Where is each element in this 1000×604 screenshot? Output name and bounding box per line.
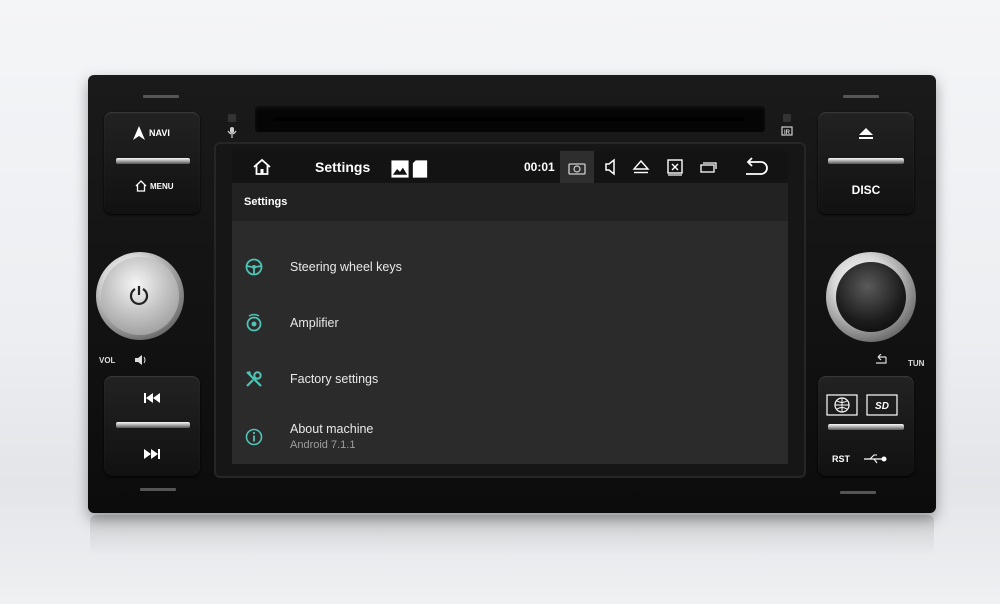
menu-label: MENU [150,182,174,191]
sd-card-icon [412,160,428,178]
home-icon[interactable] [252,157,272,177]
info-icon [245,428,263,446]
navi-label: NAVI [149,128,170,138]
svg-text:SD: SD [875,401,889,412]
settings-item-steering-wheel-keys[interactable]: Steering wheel keys [232,239,788,295]
close-window-icon[interactable] [665,157,685,177]
settings-header-title: Settings [244,196,288,208]
menu-button[interactable]: MENU [104,180,200,194]
right-upper-divider [828,158,904,164]
android-screen: Settings 00:01 Settings Steering wheel k… [232,151,788,464]
settings-item-label: About machine [290,422,374,436]
settings-item-label: Factory settings [290,372,379,386]
top-left-vent [143,95,179,98]
tun-label: TUN [908,359,925,368]
status-bar: Settings 00:01 [232,151,788,183]
left-upper-button-group: NAVI MENU [104,112,200,214]
settings-item-about-machine[interactable]: About machine Android 7.1.1 [232,407,788,463]
settings-item-amplifier[interactable]: Amplifier [232,295,788,351]
settings-item-label: Steering wheel keys [290,260,402,274]
navi-button[interactable]: NAVI [104,126,200,140]
eject-icon[interactable] [631,157,651,177]
tuning-knob[interactable] [826,252,916,342]
settings-item-label: Amplifier [290,316,339,330]
right-upper-button-group: DISC [818,112,914,214]
usb-icon [864,454,887,464]
disc-label: DISC [851,183,881,197]
disc-slot[interactable] [255,106,765,132]
vol-label: VOL [99,356,116,365]
settings-header: Settings [232,183,788,221]
globe-card-icon [826,394,858,416]
gps-button[interactable] [826,394,858,416]
ir-sensor-icon: IR [781,114,793,136]
settings-item-factory-settings[interactable]: Factory settings [232,351,788,407]
recent-apps-icon[interactable] [698,157,718,177]
return-arrow-icon [876,354,887,364]
left-upper-divider [116,158,190,164]
speaker-volume-icon [135,355,146,365]
top-right-vent [843,95,879,98]
rst-label: RST [832,454,850,464]
screenshot-icon[interactable] [567,159,587,179]
reset-button[interactable]: RST [818,452,914,466]
left-lower-button-group [104,376,200,476]
home-outline-icon [135,180,147,192]
tools-icon [246,371,262,387]
status-bar-clock: 00:01 [524,160,555,174]
sd-card-slot-icon: SD [866,394,898,416]
svg-text:IR: IR [784,130,791,136]
settings-item-sublabel: Android 7.1.1 [290,439,356,451]
right-lower-divider [828,424,904,430]
sd-button[interactable]: SD [866,394,898,416]
right-lower-button-group: SD RST [818,376,914,476]
next-track-button[interactable] [104,444,200,464]
steering-wheel-icon [245,258,263,276]
next-track-icon [144,449,160,459]
device-reflection [90,515,934,555]
image-icon [391,160,409,178]
disc-button[interactable]: DISC [818,182,914,198]
speaker-icon [246,313,262,332]
left-lower-divider [116,422,190,428]
bottom-right-vent [840,491,876,494]
bottom-left-vent [140,488,176,491]
volume-icon[interactable] [602,157,622,177]
status-bar-title: Settings [315,159,371,175]
navigation-arrow-icon [133,126,145,140]
eject-button[interactable] [818,126,914,142]
previous-track-button[interactable] [104,388,200,408]
back-icon[interactable] [742,157,770,177]
eject-hardware-icon [859,128,873,139]
microphone-icon [227,114,237,138]
power-icon [129,286,149,306]
previous-track-icon [144,393,160,403]
